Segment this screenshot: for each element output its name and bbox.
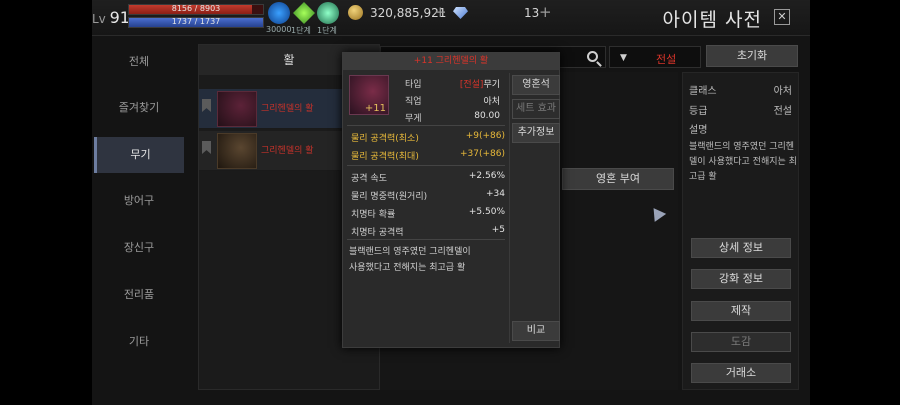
blue-wing-icon[interactable]: [268, 2, 290, 24]
hp-bar: 8156 / 8903: [128, 4, 264, 15]
job-value: 아처: [483, 97, 500, 107]
stat-value: +5.50%: [468, 207, 505, 217]
item-name: 그리헨델의 활: [261, 104, 314, 114]
soul-attach-button[interactable]: 영혼 부여: [562, 168, 674, 190]
item-name: 그리헨델의 활: [261, 146, 314, 156]
grade-dropdown[interactable]: ▼ 전설: [609, 46, 701, 68]
type-label: 타입: [405, 80, 422, 90]
diamond-amount: 13: [524, 6, 540, 20]
grade-value: 전설: [656, 53, 677, 66]
stat-value: +2.56%: [468, 171, 505, 181]
close-icon[interactable]: ✕: [774, 9, 790, 25]
add-diamond-button[interactable]: +: [539, 3, 552, 21]
set-effect-button: 세트 효과: [512, 99, 560, 119]
category-accessory[interactable]: 장신구: [94, 230, 184, 266]
type-value: 무기: [483, 80, 500, 90]
stat-label: 치명타 공격력: [351, 228, 404, 238]
buff-label: 1단계: [317, 26, 337, 35]
detail-info-button[interactable]: 상세 정보: [691, 238, 791, 258]
extra-info-button[interactable]: 추가정보: [512, 123, 560, 143]
craft-button[interactable]: 제작: [691, 301, 791, 321]
category-all[interactable]: 전체: [94, 44, 184, 80]
green-gear-icon[interactable]: [317, 2, 339, 24]
app-frame: Lv 91 8156 / 8903 1737 / 1737 30000 1단계 …: [0, 0, 900, 405]
chevron-down-icon: ▼: [620, 53, 627, 63]
divider: [347, 165, 505, 166]
level-label: Lv: [92, 12, 106, 26]
category-favorites[interactable]: 즐겨찾기: [94, 90, 184, 126]
soulstone-button[interactable]: 영혼석: [512, 75, 560, 95]
type-grade: [전설]: [459, 80, 484, 90]
add-silver-button[interactable]: +: [434, 3, 447, 21]
compare-button[interactable]: 비교: [512, 321, 560, 341]
mp-text: 1737 / 1737: [171, 17, 221, 26]
stat-value: +5: [491, 225, 505, 235]
bow-icon: +11: [349, 75, 389, 115]
weight-value: 80.00: [474, 111, 500, 121]
marketplace-button[interactable]: 거래소: [691, 363, 791, 383]
divider: [347, 125, 505, 126]
search-icon[interactable]: [587, 51, 598, 62]
category-armor[interactable]: 방어구: [94, 183, 184, 219]
divider: [347, 239, 505, 240]
stat-label: 공격 속도: [351, 174, 387, 184]
page-title: 아이템 사전: [662, 9, 762, 31]
description-label: 설명: [689, 125, 708, 136]
silver-coin-icon: [348, 5, 363, 20]
tooltip-description: 블랙랜드의 영주였던 그리헨델이 사용했다고 전해지는 최고급 활: [349, 247, 471, 273]
player-level: Lv 91: [92, 8, 130, 27]
diamond-icon: [453, 7, 468, 19]
divider: [509, 73, 510, 343]
grade-label: 등급: [689, 106, 708, 117]
enhance-info-button[interactable]: 강화 정보: [691, 269, 791, 289]
attack-min-value: +9(+86): [465, 131, 505, 141]
bookmark-icon[interactable]: [202, 99, 211, 112]
mp-bar: 1737 / 1737: [128, 17, 264, 28]
bookmark-icon[interactable]: [202, 141, 211, 154]
stat-label: 치명타 확률: [351, 210, 396, 220]
attack-max-label: 물리 공격력(최대): [351, 152, 419, 162]
attack-max-value: +37(+86): [459, 149, 505, 159]
buff-label: 30000: [266, 25, 292, 34]
hp-text: 8156 / 8903: [171, 4, 221, 13]
item-tooltip: +11 그리헨델의 활 +11 타입 [전설]무기 직업 아처 무게 80.00…: [342, 52, 560, 348]
enhance-level: +11: [364, 103, 386, 114]
job-label: 직업: [405, 97, 422, 107]
class-label: 클래스: [689, 86, 717, 97]
green-crystal-icon[interactable]: [293, 2, 315, 24]
class-value: 아처: [773, 86, 792, 97]
stat-value: +34: [486, 189, 505, 199]
stat-label: 물리 명중력(원거리): [351, 192, 428, 202]
weight-label: 무게: [405, 114, 422, 124]
buff-label: 1단계: [291, 26, 311, 35]
top-status-bar: Lv 91 8156 / 8903 1737 / 1737 30000 1단계 …: [92, 0, 810, 36]
cursor-arrow-icon: [647, 204, 667, 222]
bow-icon: [217, 133, 257, 169]
item-detail-panel: 클래스 아처 등급 전설 설명 블랙랜드의 영주였던 그리헨델이 사용했다고 전…: [682, 72, 799, 390]
tooltip-title: +11 그리헨델의 활: [343, 53, 559, 70]
bow-icon: [217, 91, 257, 127]
category-other[interactable]: 기타: [94, 324, 184, 360]
category-weapon[interactable]: 무기: [94, 137, 184, 173]
attack-min-label: 물리 공격력(최소): [351, 134, 419, 144]
game-screen: Lv 91 8156 / 8903 1737 / 1737 30000 1단계 …: [92, 0, 810, 405]
grade-value: 전설: [773, 106, 792, 117]
codex-button: 도감: [691, 332, 791, 352]
category-loot[interactable]: 전리품: [94, 277, 184, 313]
reset-button[interactable]: 초기화: [706, 45, 798, 67]
level-value: 91: [109, 8, 130, 27]
description-text: 블랙랜드의 영주였던 그리헨델이 사용했다고 전해지는 최고급 활: [689, 142, 797, 182]
